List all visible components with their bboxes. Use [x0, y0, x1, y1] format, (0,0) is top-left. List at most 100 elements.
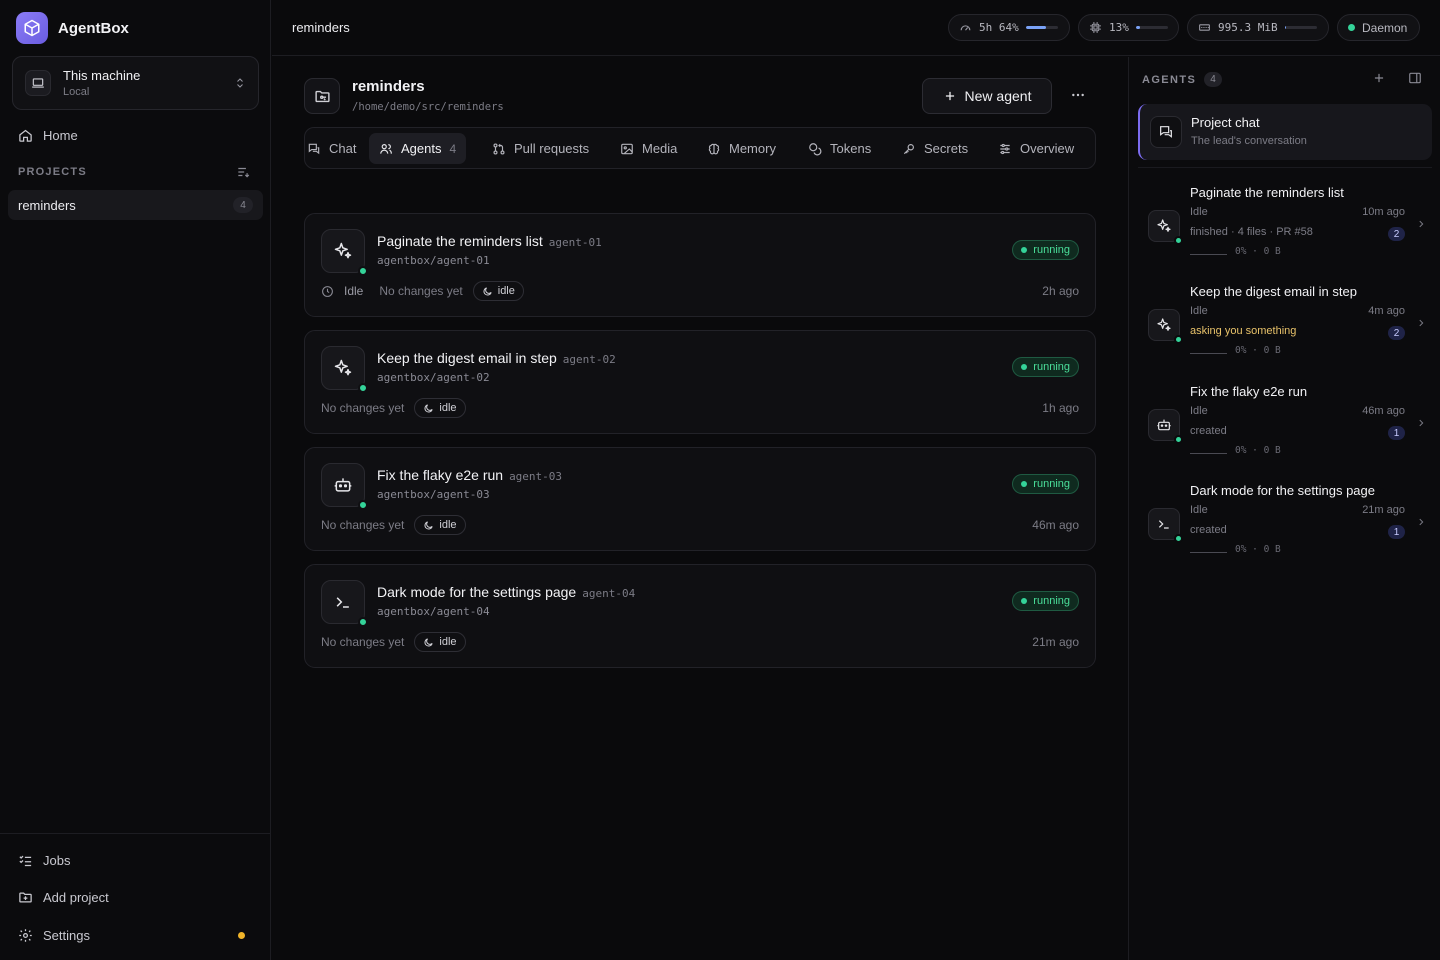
- moon-icon: [483, 286, 492, 295]
- panel-agent-title: Dark mode for the settings page: [1190, 483, 1375, 498]
- panel-agent-time: 46m ago: [1362, 405, 1405, 417]
- agent-status-dot: [1174, 335, 1183, 344]
- cpu-icon: [1089, 21, 1102, 34]
- agent-title: Keep the digest email in step: [377, 350, 557, 366]
- tab-memory[interactable]: Memory: [697, 133, 786, 164]
- folder-git-icon: [304, 78, 340, 114]
- brand[interactable]: AgentBox: [16, 12, 129, 44]
- usage-chip[interactable]: 5h 64%: [948, 14, 1070, 41]
- memory-bar: [1284, 26, 1317, 29]
- panel-agent-item[interactable]: Keep the digest email in step Idle 4m ag…: [1138, 284, 1432, 376]
- agentbox-logo-icon: [16, 12, 48, 44]
- agent-status-dot: [358, 266, 368, 276]
- running-badge: running: [1012, 591, 1079, 611]
- running-label: running: [1033, 478, 1070, 490]
- agent-time: 21m ago: [1032, 635, 1079, 649]
- daemon-status-dot: [1348, 24, 1355, 31]
- tab-secrets[interactable]: Secrets: [892, 133, 978, 164]
- panel-agent-title: Paginate the reminders list: [1190, 185, 1344, 200]
- panel-agent-progress-label: 0% · 0 B: [1235, 544, 1281, 555]
- agent-card[interactable]: Keep the digest email in step agent-02 ag…: [304, 330, 1096, 434]
- sparkles-icon: [321, 229, 368, 276]
- agent-status-dot: [1174, 236, 1183, 245]
- agent-card[interactable]: Paginate the reminders list agent-01 agen…: [304, 213, 1096, 317]
- panel-agent-status: Idle: [1190, 305, 1208, 317]
- panel-agent-item[interactable]: Dark mode for the settings page Idle 21m…: [1138, 483, 1432, 575]
- agent-changes: No changes yet: [321, 518, 405, 532]
- tab-pull-requests[interactable]: Pull requests: [482, 133, 599, 164]
- agent-title-row: Fix the flaky e2e run agent-03: [377, 467, 562, 483]
- bot-icon: [1148, 409, 1183, 444]
- nav-jobs[interactable]: Jobs: [8, 845, 263, 875]
- panel-agent-detail: finished · 4 files · PR #58: [1190, 226, 1313, 238]
- nav-home[interactable]: Home: [8, 120, 263, 150]
- sidebar: AgentBox This machine Local Home PROJECT…: [0, 0, 271, 960]
- panel-agent-detail: created: [1190, 524, 1227, 536]
- tab-tokens-label: Tokens: [830, 141, 872, 156]
- sort-list-icon[interactable]: [236, 165, 250, 179]
- agent-footer: Idle No changes yet idle: [321, 281, 524, 301]
- machine-selector[interactable]: This machine Local: [12, 56, 259, 110]
- panel-toggle-icon[interactable]: [1408, 71, 1422, 85]
- agent-time: 46m ago: [1032, 518, 1079, 532]
- projects-header: PROJECTS: [18, 165, 250, 179]
- agents-panel-count: 4: [1204, 72, 1222, 87]
- panel-agent-item[interactable]: Fix the flaky e2e run Idle 46m ago creat…: [1138, 384, 1432, 476]
- home-icon: [18, 128, 33, 143]
- tab-memory-label: Memory: [729, 141, 776, 156]
- brain-icon: [707, 142, 721, 156]
- folder-plus-icon: [18, 890, 33, 905]
- running-badge: running: [1012, 474, 1079, 494]
- sparkles-icon: [1148, 309, 1183, 344]
- nav-settings[interactable]: Settings: [8, 920, 263, 950]
- more-options-button[interactable]: [1064, 81, 1092, 109]
- new-agent-button[interactable]: New agent: [922, 78, 1052, 114]
- machine-title: This machine: [63, 68, 141, 83]
- coins-icon: [808, 142, 822, 156]
- agent-card[interactable]: Dark mode for the settings page agent-04 …: [304, 564, 1096, 668]
- memory-chip[interactable]: 995.3 MiB: [1187, 14, 1329, 41]
- tab-agents[interactable]: Agents 4: [369, 133, 467, 164]
- project-chat-item[interactable]: Project chat The lead's conversation: [1138, 104, 1432, 160]
- machine-subtitle: Local: [63, 86, 90, 98]
- tab-media[interactable]: Media: [610, 133, 687, 164]
- panel-agent-progress-label: 0% · 0 B: [1235, 246, 1281, 257]
- chat-icon: [1150, 116, 1182, 148]
- moon-icon: [424, 403, 434, 412]
- project-chat-subtitle: The lead's conversation: [1191, 135, 1307, 147]
- panel-agent-detail: asking you something: [1190, 325, 1297, 337]
- tab-chat-label: Chat: [329, 141, 357, 156]
- tab-tokens[interactable]: Tokens: [798, 133, 881, 164]
- panel-agent-item[interactable]: Paginate the reminders list Idle 10m ago…: [1138, 185, 1432, 277]
- nav-jobs-label: Jobs: [43, 852, 71, 868]
- tab-overview[interactable]: Overview: [988, 133, 1084, 164]
- gear-icon: [18, 928, 33, 943]
- chevron-right-icon: [1416, 418, 1426, 428]
- idle-pill-label: idle: [497, 285, 515, 297]
- list-checks-icon: [18, 853, 33, 868]
- agent-branch: agentbox/agent-02: [377, 371, 490, 384]
- daemon-chip[interactable]: Daemon: [1337, 14, 1420, 41]
- nav-add-project[interactable]: Add project: [8, 882, 263, 912]
- nav-home-label: Home: [43, 127, 78, 143]
- panel-agent-status: Idle: [1190, 405, 1208, 417]
- tab-secrets-label: Secrets: [924, 141, 969, 156]
- agent-card[interactable]: Fix the flaky e2e run agent-03 agentbox/a…: [304, 447, 1096, 551]
- add-agent-icon[interactable]: [1372, 71, 1386, 85]
- projects-header-label: PROJECTS: [18, 166, 87, 178]
- usage-label: 5h 64%: [979, 21, 1019, 34]
- panel-agent-progress: 0% · 0 B: [1190, 445, 1281, 456]
- agent-footer: No changes yet idle: [321, 515, 466, 535]
- tab-media-label: Media: [642, 141, 678, 156]
- running-badge: running: [1012, 240, 1079, 260]
- agent-status-dot: [358, 500, 368, 510]
- project-item-reminders[interactable]: reminders 4: [8, 190, 263, 220]
- cpu-chip[interactable]: 13%: [1078, 14, 1179, 41]
- chevron-updown-icon: [234, 77, 246, 89]
- agent-id: agent-01: [548, 236, 602, 249]
- image-icon: [620, 142, 634, 156]
- chevron-right-icon: [1416, 219, 1426, 229]
- tab-chat[interactable]: Chat: [305, 133, 366, 164]
- sparkles-icon: [321, 346, 368, 393]
- panel-agent-count: 2: [1388, 326, 1405, 340]
